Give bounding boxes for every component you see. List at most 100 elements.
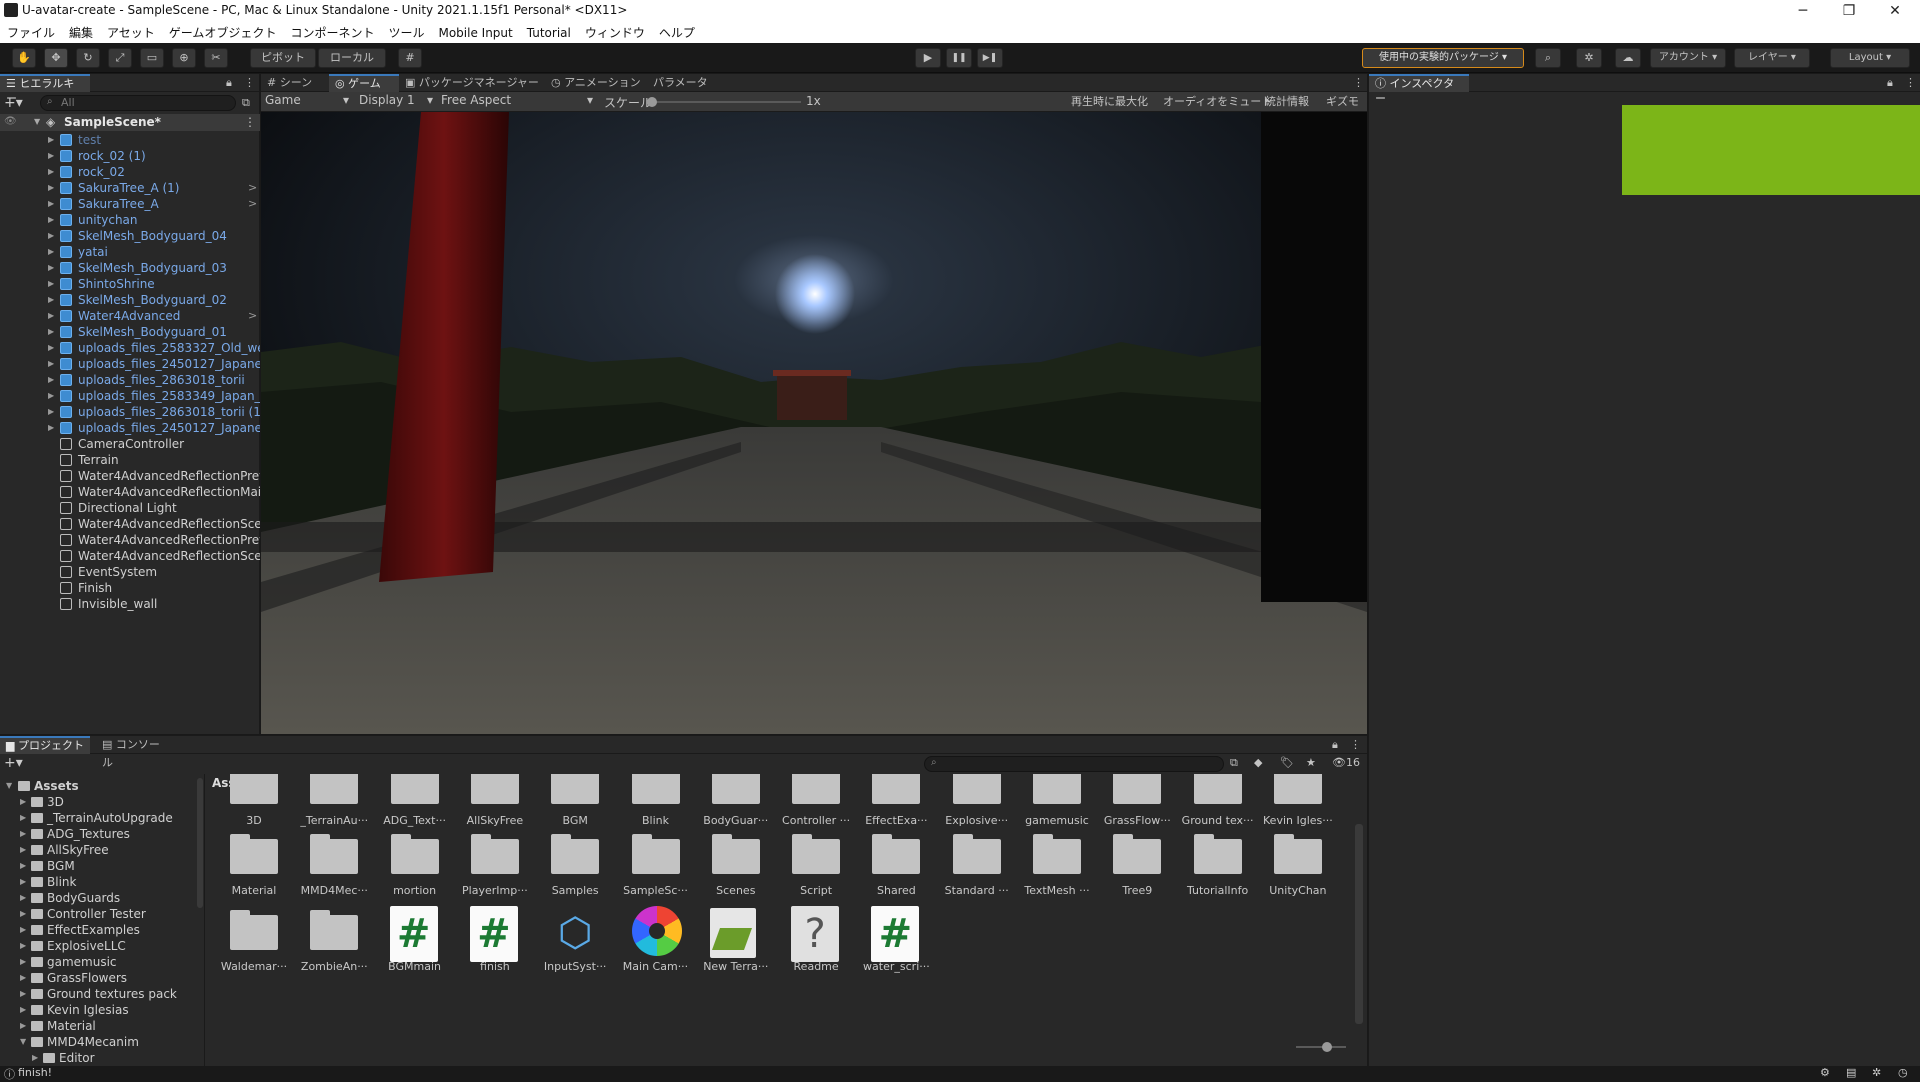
scale-slider[interactable] <box>647 97 801 107</box>
expand-icon[interactable]: ▶ <box>32 1050 38 1066</box>
asset-folder[interactable]: TutorialInfo <box>1180 828 1256 918</box>
tree-folder[interactable]: ▶ BGM <box>0 858 200 874</box>
expand-icon[interactable]: ▶ <box>48 228 54 244</box>
hierarchy-item[interactable]: Water4AdvancedReflectionScer <box>0 516 260 532</box>
hierarchy-item[interactable]: ▶ ShintoShrine <box>0 276 260 292</box>
tree-folder[interactable]: ▶ ExplosiveLLC <box>0 938 200 954</box>
asset-file[interactable]: # BGMmain <box>377 904 453 994</box>
tab-hierarchy[interactable]: ☰ ヒエラルキー <box>0 74 90 105</box>
grid-snap-icon[interactable]: # <box>398 48 422 68</box>
status-message[interactable]: finish! <box>18 1066 52 1079</box>
menu-item-1[interactable]: 編集 <box>62 22 100 41</box>
asset-file[interactable]: # water_scri··· <box>858 904 934 994</box>
tree-folder[interactable]: ▶ Material <box>0 1018 200 1034</box>
hierarchy-item[interactable]: ▶ SkelMesh_Bodyguard_02 <box>0 292 260 308</box>
experimental-packages-dropdown[interactable]: 使用中の実験的パッケージ ▾ <box>1362 48 1524 68</box>
expand-icon[interactable]: ▶ <box>48 148 54 164</box>
asset-file[interactable]: # finish <box>457 904 533 994</box>
tree-scrollbar[interactable] <box>197 778 203 908</box>
tree-folder[interactable]: ▶ AllSkyFree <box>0 842 200 858</box>
debug-icon[interactable]: ✲ <box>1872 1066 1881 1079</box>
menu-item-0[interactable]: ファイル <box>0 22 62 41</box>
game-mode-dropdown[interactable]: Game ▾ <box>265 93 353 110</box>
grid-scrollbar[interactable] <box>1355 824 1363 1024</box>
tree-folder[interactable]: ▶ Controller Tester <box>0 906 200 922</box>
search-options-icon[interactable]: ⧉ <box>1230 756 1238 770</box>
scene-row[interactable]: ▼ ◈ SampleScene* ⋮ <box>0 114 260 131</box>
expand-icon[interactable]: ▶ <box>20 1002 26 1018</box>
tab-game[interactable]: ◎ ゲーム <box>329 74 399 92</box>
tree-folder[interactable]: ▶ Kevin Iglesias <box>0 1002 200 1018</box>
account-dropdown[interactable]: アカウント ▾ <box>1650 48 1726 68</box>
expand-icon[interactable]: ▶ <box>48 164 54 180</box>
expand-icon[interactable]: ▶ <box>48 212 54 228</box>
asset-file[interactable]: ? Readme <box>778 904 854 994</box>
hierarchy-item[interactable]: ▶ SakuraTree_A (1) > <box>0 180 260 196</box>
lock-icon[interactable]: 🔒︎ <box>226 76 232 90</box>
expand-icon[interactable]: ▶ <box>48 244 54 260</box>
hierarchy-item[interactable]: ▶ SkelMesh_Bodyguard_04 <box>0 228 260 244</box>
hierarchy-item[interactable]: EventSystem <box>0 564 260 580</box>
expand-icon[interactable]: ▶ <box>48 132 54 148</box>
hierarchy-item[interactable]: Water4AdvancedReflectionMair <box>0 484 260 500</box>
step-button[interactable]: ▶❚ <box>977 48 1003 68</box>
asset-file[interactable]: ⬡ InputSyst··· <box>537 904 613 994</box>
hierarchy-item[interactable]: ▶ uploads_files_2583327_Old_we <box>0 340 260 356</box>
tree-folder[interactable]: ▶ Editor <box>0 1050 200 1066</box>
tree-folder[interactable]: ▶ Blink <box>0 874 200 890</box>
cache-icon[interactable]: ▤ <box>1846 1066 1856 1079</box>
pause-button[interactable]: ❚❚ <box>946 48 972 68</box>
hierarchy-item[interactable]: Water4AdvancedReflectionPrev <box>0 532 260 548</box>
menu-item-2[interactable]: アセット <box>100 22 162 41</box>
hierarchy-item[interactable]: ▶ SkelMesh_Bodyguard_01 <box>0 324 260 340</box>
asset-folder[interactable]: ZombieAn··· <box>296 904 372 994</box>
tab-project[interactable]: ▆ プロジェクト <box>0 736 90 754</box>
expand-icon[interactable]: ▶ <box>48 180 54 196</box>
hierarchy-item[interactable]: Invisible_wall <box>0 596 260 612</box>
hierarchy-item[interactable]: ▶ uploads_files_2450127_Japanes <box>0 420 260 436</box>
hierarchy-item[interactable]: Water4AdvancedReflectionScer <box>0 548 260 564</box>
expand-icon[interactable]: ▶ <box>48 356 54 372</box>
tree-folder[interactable]: ▶ BodyGuards <box>0 890 200 906</box>
minimize-button[interactable]: ─ <box>1780 0 1826 22</box>
pivot-toggle[interactable]: ピボット <box>250 48 316 68</box>
expand-icon[interactable]: ▶ <box>20 810 26 826</box>
tree-folder[interactable]: ▶ gamemusic <box>0 954 200 970</box>
maximize-button[interactable]: ❐ <box>1826 0 1872 22</box>
filter-type-icon[interactable]: ◆ <box>1254 756 1262 769</box>
expand-icon[interactable]: ▶ <box>20 938 26 954</box>
expand-icon[interactable]: ▶ <box>48 260 54 276</box>
icon-size-slider[interactable] <box>1296 1042 1346 1052</box>
hand-tool-icon[interactable]: ✋ <box>12 48 36 68</box>
menu-item-5[interactable]: ツール <box>381 22 431 41</box>
project-search-input[interactable]: ⌕ <box>924 756 1224 772</box>
expand-icon[interactable]: ▶ <box>48 276 54 292</box>
game-viewport[interactable] <box>261 112 1367 734</box>
hierarchy-item[interactable]: Water4AdvancedReflectionPrev <box>0 468 260 484</box>
local-toggle[interactable]: ローカル <box>318 48 386 68</box>
tab-scene[interactable]: # シーン <box>261 74 329 92</box>
more-icon[interactable]: ⋮ <box>1905 76 1916 89</box>
layout-dropdown[interactable]: Layout ▾ <box>1830 48 1910 68</box>
hierarchy-item[interactable]: ▶ test <box>0 132 260 148</box>
expand-icon[interactable]: ▶ <box>48 372 54 388</box>
progress-icon[interactable]: ⚙ <box>1820 1066 1830 1079</box>
custom-tool-icon[interactable]: ✂ <box>204 48 228 68</box>
expand-icon[interactable]: ▶ <box>20 986 26 1002</box>
tree-folder[interactable]: ▶ _TerrainAutoUpgrade <box>0 810 200 826</box>
menu-item-3[interactable]: ゲームオブジェクト <box>162 22 284 41</box>
layers-dropdown[interactable]: レイヤー ▾ <box>1734 48 1810 68</box>
expand-icon[interactable]: ▼ <box>6 778 12 794</box>
scene-menu-icon[interactable]: ⋮ <box>244 115 256 129</box>
hierarchy-item[interactable]: ▶ SakuraTree_A > <box>0 196 260 212</box>
maximize-on-play-toggle[interactable]: 再生時に最大化 <box>1067 93 1152 110</box>
search-icon[interactable]: ⌕ <box>1535 48 1561 68</box>
expand-icon[interactable]: ▶ <box>48 324 54 340</box>
gizmos-toggle[interactable]: ギズモ ▾ <box>1322 93 1367 125</box>
hierarchy-item[interactable]: ▶ yatai <box>0 244 260 260</box>
close-button[interactable]: ✕ <box>1872 0 1918 22</box>
hierarchy-search-input[interactable]: ⌕ All <box>40 95 236 111</box>
asset-file[interactable]: Main Cam··· <box>618 904 694 994</box>
hierarchy-item[interactable]: Directional Light <box>0 500 260 516</box>
expand-icon[interactable]: ▶ <box>20 1018 26 1034</box>
